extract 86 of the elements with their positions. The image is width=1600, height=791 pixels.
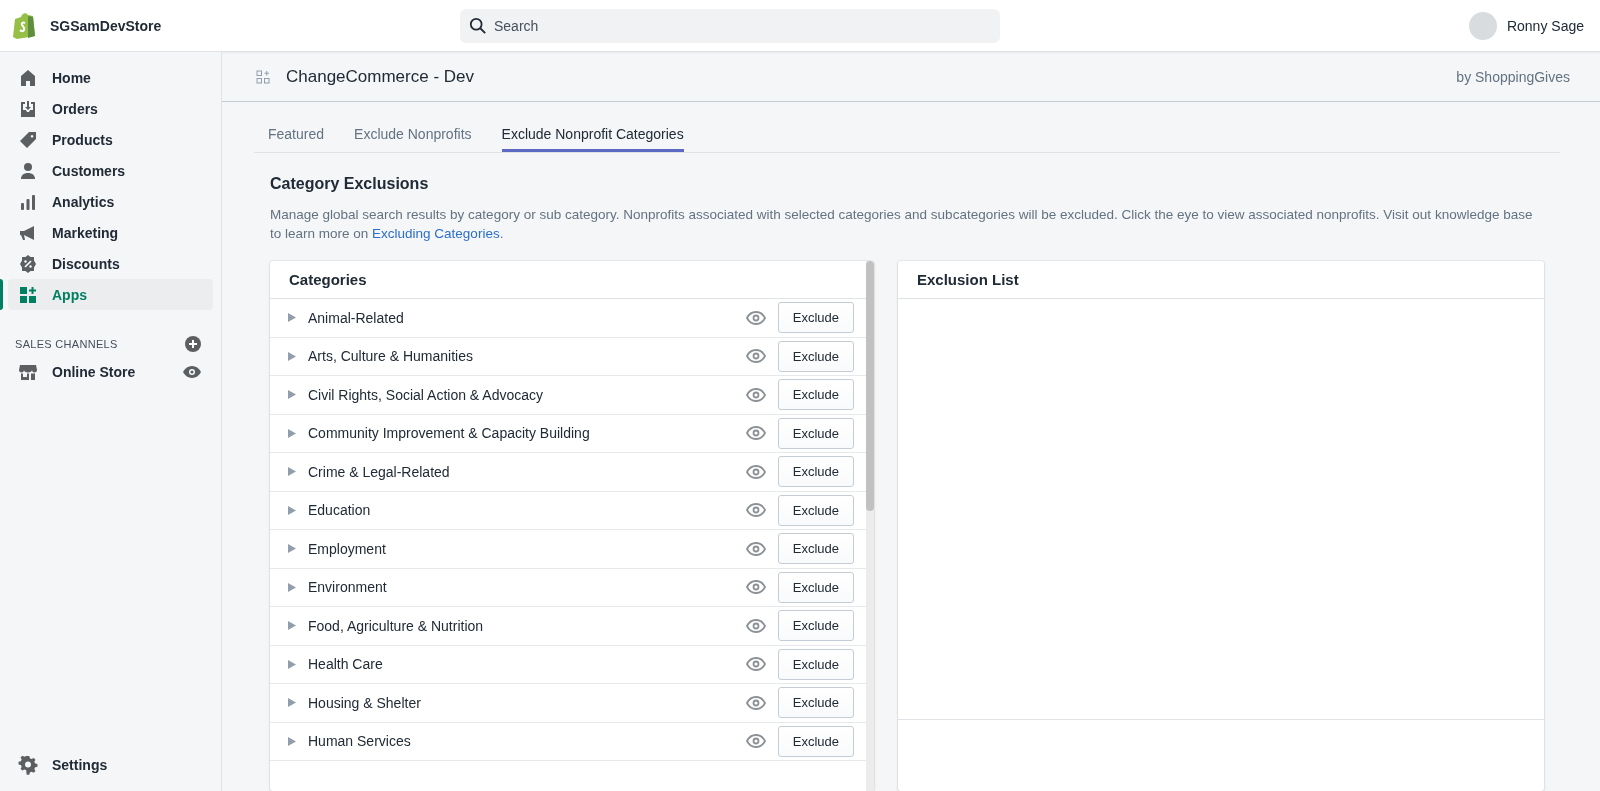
section-title: Category Exclusions — [270, 175, 430, 193]
section-description: Manage global search results by category or sub category. Nonprofits associated with selected categories and subcategories will be excluded. Click the eye to view associated nonprofits. Visit out knowledge base to learn more on Excluding Categories. — [270, 206, 1534, 243]
store-name[interactable]: SGSamDevStore — [50, 17, 162, 34]
exclude-button[interactable]: Exclude — [777, 417, 854, 449]
exclude-button[interactable]: Exclude — [777, 340, 854, 372]
exclude-button[interactable]: Exclude — [777, 571, 854, 603]
exclude-button[interactable]: Exclude — [777, 302, 854, 334]
scrollbar-track[interactable] — [866, 261, 874, 791]
scrollbar-thumb[interactable] — [866, 261, 874, 511]
search-field[interactable]: Search — [460, 8, 1000, 43]
expand-caret-icon[interactable] — [288, 582, 296, 592]
section-heading: SALES CHANNELS — [15, 338, 118, 350]
eye-icon[interactable] — [745, 310, 766, 325]
expand-caret-icon[interactable] — [288, 351, 296, 361]
shopping-bag-logo-icon — [12, 12, 36, 39]
sidebar-item[interactable]: Marketing — [8, 217, 213, 248]
sidebar-item[interactable]: Orders — [8, 93, 213, 124]
tab[interactable]: Exclude Nonprofits — [339, 102, 487, 152]
exclude-button[interactable]: Exclude — [777, 533, 854, 565]
eye-icon[interactable] — [745, 387, 766, 402]
eye-icon[interactable] — [745, 541, 766, 556]
apps-icon — [256, 69, 270, 84]
developer-name: by ShoppingGives — [1456, 68, 1570, 85]
nav-icon — [18, 284, 38, 305]
search-icon — [469, 16, 487, 35]
nav-icon — [18, 67, 38, 88]
sales-channel-item[interactable]: Online Store — [52, 363, 169, 380]
exclude-button[interactable]: Exclude — [777, 494, 854, 526]
eye-icon[interactable] — [745, 349, 766, 364]
expand-caret-icon[interactable] — [288, 659, 296, 669]
category-name: Crime & Legal-Related — [308, 463, 451, 480]
nav-icon — [18, 129, 38, 150]
sidebar-item[interactable]: Analytics — [8, 186, 213, 217]
expand-caret-icon[interactable] — [288, 313, 296, 323]
category-name: Employment — [308, 540, 387, 557]
exclude-button[interactable]: Exclude — [777, 456, 854, 488]
category-name: Arts, Culture & Humanities — [308, 348, 474, 365]
category-name: Community Improvement & Capacity Building — [308, 425, 591, 442]
category-name: Human Services — [308, 733, 412, 750]
nav-icon — [18, 98, 38, 119]
eye-icon[interactable] — [745, 618, 766, 633]
settings-item[interactable]: Settings — [52, 757, 108, 773]
excluding-categories-link[interactable]: Excluding Categories — [372, 226, 500, 241]
card-title: Categories — [270, 261, 866, 299]
nav-icon — [18, 160, 38, 181]
sidebar-item[interactable]: Home — [8, 62, 213, 93]
expand-caret-icon[interactable] — [288, 698, 296, 708]
user-avatar[interactable] — [1468, 11, 1497, 40]
tab[interactable]: Exclude Nonprofit Categories — [501, 102, 684, 152]
exclude-button[interactable]: Exclude — [777, 648, 854, 680]
app-title: ChangeCommerce - Dev — [286, 66, 474, 87]
add-icon[interactable] — [185, 336, 201, 352]
eye-icon[interactable] — [745, 503, 766, 518]
sidebar-item[interactable]: Discounts — [8, 248, 213, 279]
category-name: Food, Agriculture & Nutrition — [308, 617, 485, 634]
card-title: Exclusion List — [898, 261, 1544, 299]
category-name: Animal-Related — [308, 309, 405, 326]
category-name: Civil Rights, Social Action & Advocacy — [308, 386, 544, 403]
eye-icon[interactable] — [745, 464, 766, 479]
category-name: Housing & Shelter — [308, 694, 422, 711]
expand-caret-icon[interactable] — [288, 428, 296, 438]
nav-icon — [18, 253, 38, 274]
expand-caret-icon[interactable] — [288, 467, 296, 477]
expand-caret-icon[interactable] — [288, 390, 296, 400]
exclude-button[interactable]: Exclude — [777, 687, 854, 719]
eye-icon[interactable] — [745, 657, 766, 672]
expand-caret-icon[interactable] — [288, 544, 296, 554]
exclude-button[interactable]: Exclude — [777, 610, 854, 642]
sidebar-item[interactable]: Customers — [8, 155, 213, 186]
category-name: Health Care — [308, 656, 384, 673]
eye-icon[interactable] — [745, 734, 766, 749]
expand-caret-icon[interactable] — [288, 505, 296, 515]
exclude-button[interactable]: Exclude — [777, 379, 854, 411]
user-name[interactable]: Ronny Sage — [1506, 17, 1584, 34]
eye-icon[interactable] — [183, 365, 201, 378]
exclude-button[interactable]: Exclude — [777, 725, 854, 757]
category-name: Environment — [308, 579, 388, 596]
eye-icon[interactable] — [745, 695, 766, 710]
category-name: Education — [308, 502, 372, 519]
expand-caret-icon[interactable] — [288, 621, 296, 631]
tab[interactable]: Featured — [268, 102, 340, 152]
sidebar-item[interactable]: Products — [8, 124, 213, 155]
eye-icon[interactable] — [745, 580, 766, 595]
eye-icon[interactable] — [745, 426, 766, 441]
expand-caret-icon[interactable] — [288, 736, 296, 746]
settings-icon — [18, 755, 38, 775]
